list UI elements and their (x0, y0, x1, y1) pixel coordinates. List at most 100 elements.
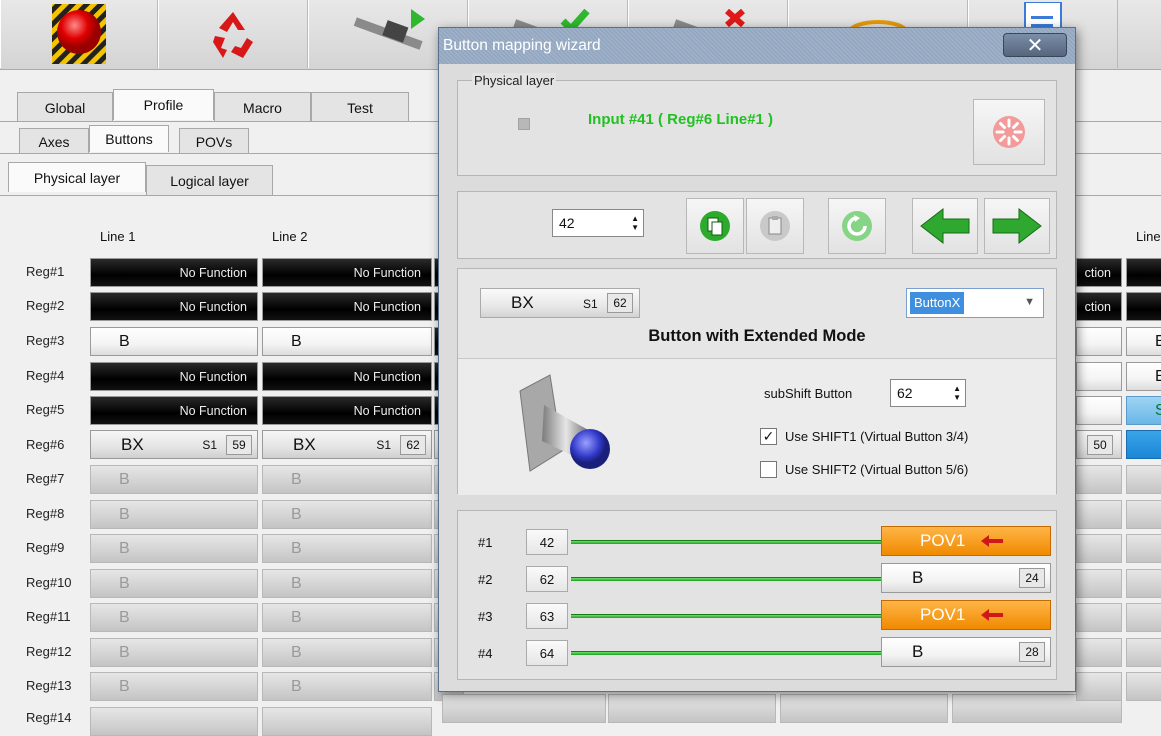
subshift-spinner[interactable]: 62 ▲ ▼ (890, 379, 966, 407)
tab-global[interactable]: Global (17, 92, 113, 122)
shift2-checkbox[interactable]: Use SHIFT2 (Virtual Button 5/6) (760, 461, 968, 478)
tab-profile[interactable]: Profile (113, 89, 214, 120)
mapping-target-pov[interactable]: POV1 (881, 600, 1051, 630)
grid-cell[interactable] (1076, 396, 1122, 425)
grid-cell-bx[interactable]: BX S1 62 (262, 430, 432, 459)
reset-mapping-button[interactable] (828, 198, 886, 254)
checkbox-checked-icon: ✓ (760, 428, 777, 445)
tab-logical-layer[interactable]: Logical layer (146, 165, 273, 195)
grid-cell[interactable]: No Function (90, 258, 258, 287)
grid-cell[interactable]: E (1126, 362, 1161, 391)
grid-cell[interactable] (1076, 500, 1122, 529)
grid-cell[interactable] (1126, 672, 1161, 701)
emergency-stop-button[interactable] (0, 0, 158, 68)
tab-axes[interactable]: Axes (19, 128, 89, 154)
mapping-target-button[interactable]: B 24 (881, 563, 1051, 593)
shift2-label: Use SHIFT2 (Virtual Button 5/6) (785, 462, 969, 477)
grid-cell[interactable]: No Function (262, 292, 432, 321)
grid-cell[interactable] (608, 694, 776, 723)
grid-cell[interactable]: B (262, 465, 432, 494)
grid-cell[interactable] (1126, 258, 1161, 287)
grid-cell[interactable]: B (90, 500, 258, 529)
grid-cell[interactable]: B (90, 638, 258, 667)
grid-cell[interactable] (1126, 292, 1161, 321)
grid-cell[interactable]: S (1126, 396, 1161, 425)
grid-cell[interactable] (1126, 465, 1161, 494)
grid-cell[interactable] (1076, 362, 1122, 391)
grid-cell[interactable]: ction (1076, 258, 1122, 287)
grid-cell[interactable]: E (1126, 327, 1161, 356)
close-button[interactable]: ✕ (1003, 33, 1067, 57)
function-type-dropdown[interactable]: ButtonX ▼ (906, 288, 1044, 318)
grid-cell[interactable]: B (262, 500, 432, 529)
spinner-arrows-icon[interactable]: ▲ ▼ (631, 214, 639, 232)
grid-cell[interactable] (1126, 569, 1161, 598)
tab-macro[interactable]: Macro (214, 92, 311, 122)
mapping-target-pov[interactable]: POV1 (881, 526, 1051, 556)
grid-cell[interactable] (1126, 603, 1161, 632)
grid-cell[interactable] (1076, 638, 1122, 667)
grid-cell[interactable]: B (262, 603, 432, 632)
grid-cell[interactable] (1076, 603, 1122, 632)
grid-cell[interactable] (262, 707, 432, 736)
grid-cell[interactable]: B (90, 672, 258, 701)
previous-button[interactable] (912, 198, 978, 254)
reg-label: Reg#12 (26, 644, 72, 659)
mapping-target-label: B (912, 568, 924, 587)
grid-cell[interactable] (442, 694, 606, 723)
grid-cell[interactable]: B (262, 638, 432, 667)
dialog-titlebar[interactable]: Button mapping wizard ✕ (439, 28, 1075, 64)
input-number-spinner[interactable]: 42 ▲ ▼ (552, 209, 644, 237)
grid-cell[interactable]: No Function (90, 292, 258, 321)
grid-cell[interactable]: 50 (1076, 430, 1122, 459)
grid-cell[interactable] (1076, 672, 1122, 701)
grid-cell[interactable]: B (90, 603, 258, 632)
grid-cell[interactable]: B (262, 534, 432, 563)
grid-cell[interactable] (1076, 327, 1122, 356)
grid-cell[interactable]: No Function (262, 362, 432, 391)
grid-cell[interactable]: B (90, 465, 258, 494)
grid-cell[interactable] (1076, 465, 1122, 494)
grid-cell[interactable] (1126, 638, 1161, 667)
shift1-checkbox[interactable]: ✓ Use SHIFT1 (Virtual Button 3/4) (760, 428, 968, 445)
paste-icon (760, 211, 790, 241)
grid-cell[interactable]: No Function (262, 396, 432, 425)
spinner-arrows-icon[interactable]: ▲ ▼ (953, 384, 961, 402)
grid-cell[interactable]: B (262, 672, 432, 701)
grid-cell[interactable]: B (90, 569, 258, 598)
grid-cell[interactable] (1076, 534, 1122, 563)
grid-cell[interactable] (780, 694, 948, 723)
cell-shift-label: S1 (376, 438, 391, 452)
grid-cell[interactable] (1126, 500, 1161, 529)
tab-test[interactable]: Test (311, 92, 409, 122)
grid-cell[interactable] (1126, 430, 1161, 459)
grid-cell[interactable]: ction (1076, 292, 1122, 321)
grid-cell-bx[interactable]: BX S1 59 (90, 430, 258, 459)
grid-cell[interactable] (90, 707, 258, 736)
grid-cell[interactable]: B (90, 534, 258, 563)
grid-cell[interactable] (1076, 569, 1122, 598)
tab-buttons[interactable]: Buttons (89, 125, 169, 152)
grid-cell[interactable]: No Function (90, 396, 258, 425)
grid-cell[interactable]: B (262, 569, 432, 598)
paste-button[interactable] (746, 198, 804, 254)
next-button[interactable] (984, 198, 1050, 254)
arrow-left-icon (981, 609, 1004, 621)
caliper-play-icon (353, 9, 425, 50)
mapping-row-label: #3 (478, 609, 493, 624)
copy-button[interactable] (686, 198, 744, 254)
mapping-target-button[interactable]: B 28 (881, 637, 1051, 667)
tab-physical-layer[interactable]: Physical layer (8, 162, 146, 192)
detect-input-button[interactable] (973, 99, 1045, 165)
mapping-row-label: #1 (478, 535, 493, 550)
reset-button[interactable] (158, 0, 308, 68)
tab-povs[interactable]: POVs (179, 128, 249, 154)
checkbox-unchecked-icon (760, 461, 777, 478)
reg-label: Reg#8 (26, 506, 65, 521)
grid-cell[interactable]: No Function (262, 258, 432, 287)
grid-cell[interactable]: B (90, 327, 258, 356)
grid-cell[interactable]: No Function (90, 362, 258, 391)
grid-cell[interactable]: B (262, 327, 432, 356)
grid-cell[interactable] (1126, 534, 1161, 563)
shift1-label: Use SHIFT1 (Virtual Button 3/4) (785, 429, 969, 444)
